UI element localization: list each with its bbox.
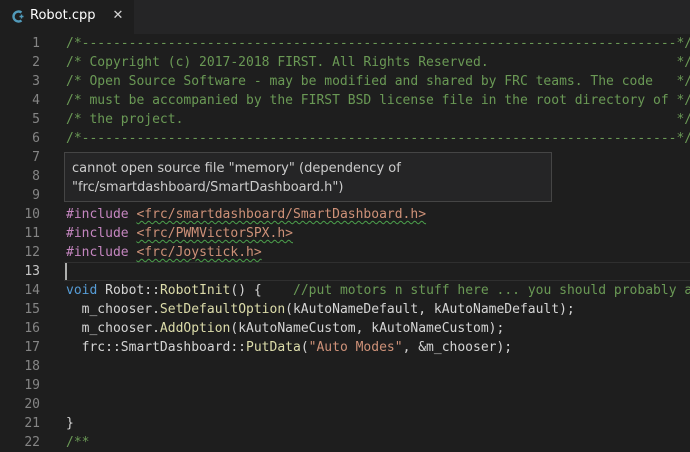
code-line[interactable]: 22 /** bbox=[0, 433, 690, 452]
code-text: m_chooser.AddOption(kAutoNameCustom, kAu… bbox=[66, 319, 505, 338]
code-line[interactable]: 11 #include <frc/PWMVictorSPX.h> bbox=[0, 224, 690, 243]
code-token: AddOption bbox=[159, 321, 231, 336]
code-token: /*--------------------------------------… bbox=[66, 36, 690, 51]
code-text: #include <frc/smartdashboard/SmartDashbo… bbox=[66, 205, 426, 224]
code-line[interactable]: 5 /* the project. */ bbox=[0, 110, 690, 129]
code-token: /* Copyright (c) 2017-2018 FIRST. All Ri… bbox=[66, 55, 690, 70]
hover-message-line-2: "frc/smartdashboard/SmartDashboard.h") bbox=[72, 180, 344, 195]
code-token: PutData bbox=[246, 340, 301, 355]
line-number: 1 bbox=[32, 36, 40, 51]
code-token: Robot:: bbox=[97, 283, 160, 298]
code-text: #include <frc/PWMVictorSPX.h> bbox=[66, 224, 293, 243]
code-line[interactable]: 12 #include <frc/Joystick.h> bbox=[0, 243, 690, 262]
code-token: /* the project. */ bbox=[66, 112, 690, 127]
code-text: frc::SmartDashboard::PutData("Auto Modes… bbox=[66, 338, 513, 357]
code-text: /*--------------------------------------… bbox=[66, 129, 690, 148]
code-token: <frc/PWMVictorSPX.h> bbox=[136, 226, 293, 241]
code-token: frc::SmartDashboard:: bbox=[66, 340, 247, 355]
code-token: <frc/Joystick.h> bbox=[136, 245, 262, 260]
code-editor[interactable]: 1 /*-------------------------------------… bbox=[0, 34, 690, 452]
code-token: () { bbox=[230, 283, 294, 298]
code-line[interactable]: 14 void Robot::RobotInit() { //put motors… bbox=[0, 281, 690, 300]
code-token: /** bbox=[66, 435, 90, 450]
error-hover-tooltip: cannot open source file "memory" (depend… bbox=[64, 152, 552, 202]
tab-title: Robot.cpp bbox=[30, 8, 96, 23]
code-token: , &m_chooser); bbox=[402, 340, 513, 355]
code-line[interactable]: 15 m_chooser.SetDefaultOption(kAutoNameD… bbox=[0, 300, 690, 319]
code-text: void Robot::RobotInit() { //put motors n… bbox=[66, 281, 690, 300]
line-number: 15 bbox=[24, 302, 40, 317]
code-token: /* Open Source Software - may be modifie… bbox=[66, 74, 690, 89]
code-token: "Auto Modes" bbox=[308, 340, 403, 355]
line-number: 5 bbox=[32, 112, 40, 127]
line-number: 10 bbox=[24, 207, 40, 222]
code-line[interactable]: 10 #include <frc/smartdashboard/SmartDash… bbox=[0, 205, 690, 224]
code-token: void bbox=[66, 283, 98, 298]
code-text: /*--------------------------------------… bbox=[66, 34, 690, 53]
line-number: 19 bbox=[24, 378, 40, 393]
code-text: /* must be accompanied by the FIRST BSD … bbox=[66, 91, 690, 110]
close-icon[interactable]: ✕ bbox=[110, 8, 126, 24]
code-text: /* Copyright (c) 2017-2018 FIRST. All Ri… bbox=[66, 53, 690, 72]
code-token: RobotInit bbox=[159, 283, 231, 298]
code-line[interactable]: 16 m_chooser.AddOption(kAutoNameCustom, … bbox=[0, 319, 690, 338]
line-number: 20 bbox=[24, 397, 40, 412]
code-token: } bbox=[66, 416, 74, 431]
code-token: ( bbox=[300, 340, 309, 355]
code-line[interactable]: 17 frc::SmartDashboard::PutData("Auto Mo… bbox=[0, 338, 690, 357]
line-number: 14 bbox=[24, 283, 40, 298]
code-token: m_chooser. bbox=[66, 321, 160, 336]
line-number: 18 bbox=[24, 359, 40, 374]
tab-strip: Robot.cpp ✕ bbox=[0, 0, 690, 34]
line-number: 7 bbox=[32, 150, 40, 165]
code-token: <frc/smartdashboard/SmartDashboard.h> bbox=[136, 207, 427, 222]
line-number: 8 bbox=[32, 169, 40, 184]
line-number: 17 bbox=[24, 340, 40, 355]
line-number: 11 bbox=[24, 226, 40, 241]
line-number: 6 bbox=[32, 131, 40, 146]
line-number: 12 bbox=[24, 245, 40, 260]
code-text: m_chooser.SetDefaultOption(kAutoNameDefa… bbox=[66, 300, 575, 319]
code-token: #include bbox=[66, 245, 137, 260]
code-text: /* the project. */ bbox=[66, 110, 690, 129]
code-line[interactable]: 4 /* must be accompanied by the FIRST BSD… bbox=[0, 91, 690, 110]
code-text: } bbox=[66, 414, 74, 433]
code-line[interactable]: 13 bbox=[0, 262, 690, 281]
line-number: 16 bbox=[24, 321, 40, 336]
code-text: /** bbox=[66, 433, 89, 452]
code-line[interactable]: 20 bbox=[0, 395, 690, 414]
code-line[interactable]: 6 /*-------------------------------------… bbox=[0, 129, 690, 148]
code-token: #include bbox=[66, 226, 137, 241]
hover-message-line-1: cannot open source file "memory" (depend… bbox=[72, 161, 401, 176]
code-token: #include bbox=[66, 207, 137, 222]
vscode-window: Robot.cpp ✕ 1 /*-------------------------… bbox=[0, 0, 690, 452]
code-line[interactable]: 19 bbox=[0, 376, 690, 395]
line-number: 21 bbox=[24, 416, 40, 431]
code-token: //put motors n stuff here ... you should… bbox=[293, 283, 690, 298]
code-text: /* Open Source Software - may be modifie… bbox=[66, 72, 690, 91]
code-line[interactable]: 3 /* Open Source Software - may be modifi… bbox=[0, 72, 690, 91]
line-number: 22 bbox=[24, 435, 40, 450]
line-number: 4 bbox=[32, 93, 40, 108]
code-token: SetDefaultOption bbox=[159, 302, 286, 317]
line-number: 13 bbox=[24, 264, 40, 279]
code-token: /* must be accompanied by the FIRST BSD … bbox=[66, 93, 690, 108]
line-number: 9 bbox=[32, 188, 40, 203]
line-number: 2 bbox=[32, 55, 40, 70]
code-line[interactable]: 21} bbox=[0, 414, 690, 433]
code-text: #include <frc/Joystick.h> bbox=[66, 243, 262, 262]
code-token: (kAutoNameCustom, kAutoNameCustom); bbox=[230, 321, 505, 336]
code-line[interactable]: 1 /*-------------------------------------… bbox=[0, 34, 690, 53]
code-token: /*--------------------------------------… bbox=[66, 131, 690, 146]
cpp-file-icon bbox=[11, 9, 25, 24]
code-token: (kAutoNameDefault, kAutoNameDefault); bbox=[285, 302, 575, 317]
code-token: m_chooser. bbox=[66, 302, 160, 317]
line-number: 3 bbox=[32, 74, 40, 89]
code-line[interactable]: 18 bbox=[0, 357, 690, 376]
tab-robot-cpp[interactable]: Robot.cpp ✕ bbox=[0, 0, 134, 34]
code-line[interactable]: 2 /* Copyright (c) 2017-2018 FIRST. All R… bbox=[0, 53, 690, 72]
